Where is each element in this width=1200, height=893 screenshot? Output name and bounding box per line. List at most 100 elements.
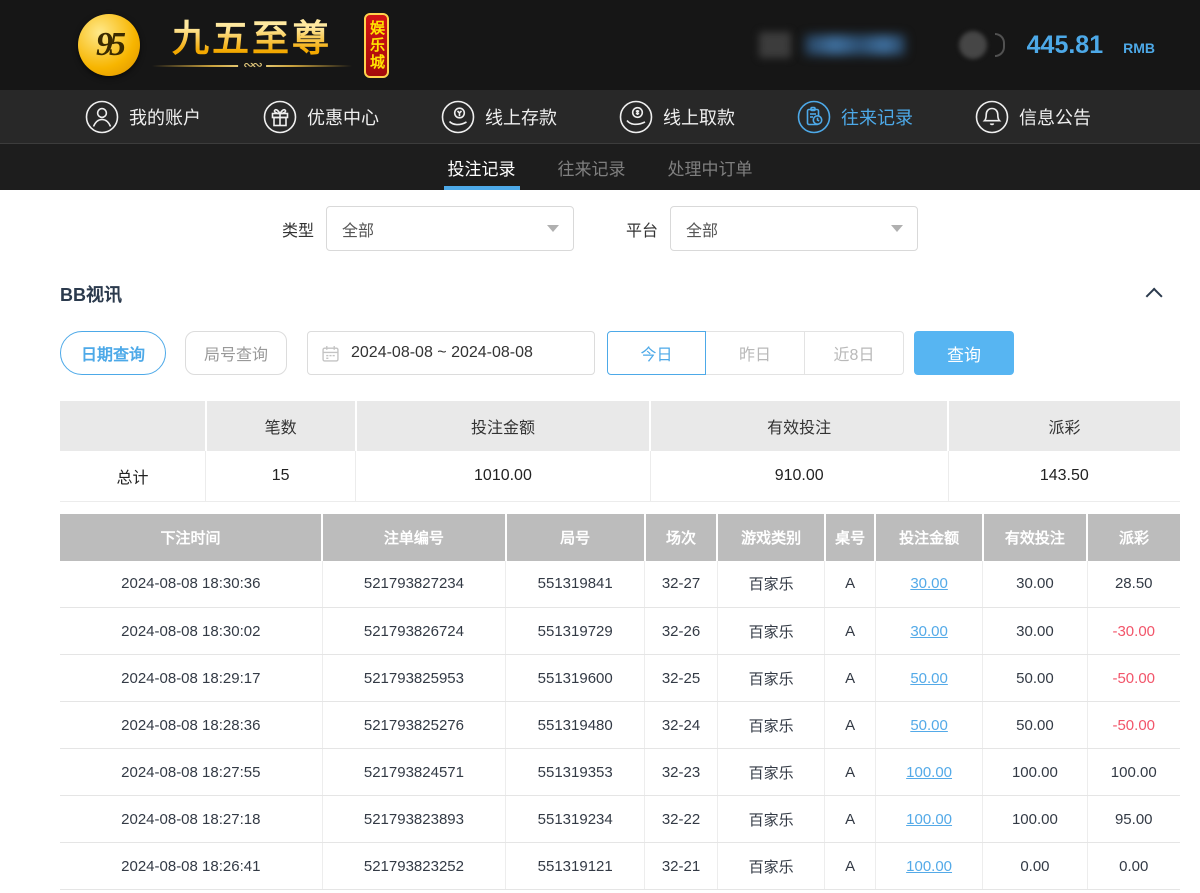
section-title: BB视讯 bbox=[60, 281, 122, 307]
cell-session: 32-27 bbox=[645, 561, 718, 608]
nav-item-announcements[interactable]: 信息公告 bbox=[975, 100, 1091, 134]
cell-table-id: A bbox=[825, 843, 875, 890]
nav-item-transaction-records[interactable]: 往来记录 bbox=[797, 100, 913, 134]
cell-valid-bet: 30.00 bbox=[983, 608, 1087, 655]
cell-game-type: 百家乐 bbox=[717, 561, 825, 608]
nav-label: 优惠中心 bbox=[307, 104, 379, 130]
today-button[interactable]: 今日 bbox=[607, 331, 706, 375]
records-icon bbox=[797, 100, 831, 134]
bet-records-table: 下注时间 注单编号 局号 场次 游戏类别 桌号 投注金额 有效投注 派彩 202… bbox=[60, 514, 1180, 891]
nav-label: 线上取款 bbox=[663, 104, 735, 130]
site-logo[interactable]: 95 九五至尊 ∾∾ 娱乐城 bbox=[78, 13, 389, 78]
logo-95-icon: 95 bbox=[78, 14, 140, 76]
cell-game-type: 百家乐 bbox=[717, 796, 825, 843]
cell-bet-amount: 30.00 bbox=[875, 561, 983, 608]
section-header: BB视讯 bbox=[60, 281, 1172, 307]
cell-order-id: 521793823893 bbox=[322, 796, 506, 843]
sub-nav: 投注记录 往来记录 处理中订单 bbox=[0, 143, 1200, 190]
cell-bet-time: 2024-08-08 18:29:17 bbox=[60, 655, 322, 702]
cell-payout: -50.00 bbox=[1087, 702, 1180, 749]
summary-table: 笔数 投注金额 有效投注 派彩 总计 15 1010.00 910.00 143… bbox=[60, 401, 1180, 502]
cell-payout: 95.00 bbox=[1087, 796, 1180, 843]
bet-amount-link[interactable]: 100.00 bbox=[906, 811, 952, 828]
search-button[interactable]: 查询 bbox=[914, 331, 1014, 375]
quick-range-group: 今日 昨日 近8日 bbox=[607, 331, 904, 375]
date-query-button[interactable]: 日期查询 bbox=[60, 331, 166, 375]
cell-round-id: 551319841 bbox=[506, 561, 645, 608]
cell-bet-amount: 50.00 bbox=[875, 655, 983, 702]
logo-badge: 娱乐城 bbox=[364, 13, 389, 78]
tab-pending-orders[interactable]: 处理中订单 bbox=[666, 144, 755, 190]
last-8-days-button[interactable]: 近8日 bbox=[805, 331, 904, 375]
cell-valid-bet: 100.00 bbox=[983, 796, 1087, 843]
bet-amount-link[interactable]: 50.00 bbox=[910, 670, 948, 687]
nav-item-deposit[interactable]: 线上存款 bbox=[441, 100, 557, 134]
col-header-round-id: 局号 bbox=[506, 514, 645, 561]
cell-valid-bet: 50.00 bbox=[983, 702, 1087, 749]
bet-amount-link[interactable]: 30.00 bbox=[910, 623, 948, 640]
round-query-button[interactable]: 局号查询 bbox=[185, 331, 287, 375]
col-header-table-id: 桌号 bbox=[825, 514, 875, 561]
cell-session: 32-25 bbox=[645, 655, 718, 702]
main-nav: 我的账户 优惠中心 线上存款 线上取款 往来记录 bbox=[0, 90, 1200, 143]
cell-session: 32-23 bbox=[645, 749, 718, 796]
cell-table-id: A bbox=[825, 655, 875, 702]
tab-label: 投注记录 bbox=[448, 155, 516, 180]
balance-currency: RMB bbox=[1123, 34, 1155, 56]
summary-header-bet-amount: 投注金额 bbox=[356, 401, 651, 451]
tab-transaction-records[interactable]: 往来记录 bbox=[556, 144, 628, 190]
summary-total-row: 总计 15 1010.00 910.00 143.50 bbox=[60, 451, 1180, 501]
cell-order-id: 521793824571 bbox=[322, 749, 506, 796]
cell-payout: 100.00 bbox=[1087, 749, 1180, 796]
platform-filter-group: 平台 全部 bbox=[626, 206, 918, 251]
bet-amount-link[interactable]: 30.00 bbox=[910, 575, 948, 592]
cell-bet-time: 2024-08-08 18:30:36 bbox=[60, 561, 322, 608]
user-avatar-blurred[interactable] bbox=[759, 32, 791, 58]
col-header-game-type: 游戏类别 bbox=[717, 514, 825, 561]
platform-select[interactable]: 全部 bbox=[670, 206, 918, 251]
table-row: 2024-08-08 18:26:41 521793823252 5513191… bbox=[60, 843, 1180, 890]
bet-amount-link[interactable]: 100.00 bbox=[906, 858, 952, 875]
logo-text-block: 九五至尊 ∾∾ bbox=[152, 19, 352, 72]
summary-total-valid-bet: 910.00 bbox=[650, 451, 948, 501]
cell-valid-bet: 0.00 bbox=[983, 843, 1087, 890]
cell-game-type: 百家乐 bbox=[717, 749, 825, 796]
user-icon bbox=[85, 100, 119, 134]
cell-payout: -50.00 bbox=[1087, 655, 1180, 702]
collapse-chevron-up-icon[interactable] bbox=[1146, 288, 1163, 305]
cell-session: 32-26 bbox=[645, 608, 718, 655]
cell-game-type: 百家乐 bbox=[717, 843, 825, 890]
top-header: 95 九五至尊 ∾∾ 娱乐城 445.81 RMB bbox=[0, 0, 1200, 90]
logo-flourish-decoration: ∾∾ bbox=[152, 61, 352, 71]
nav-item-withdraw[interactable]: 线上取款 bbox=[619, 100, 735, 134]
nav-item-promotions[interactable]: 优惠中心 bbox=[263, 100, 379, 134]
tab-betting-records[interactable]: 投注记录 bbox=[446, 144, 518, 190]
nav-item-my-account[interactable]: 我的账户 bbox=[85, 100, 201, 134]
yesterday-button[interactable]: 昨日 bbox=[706, 331, 805, 375]
cell-valid-bet: 50.00 bbox=[983, 655, 1087, 702]
cell-bet-amount: 50.00 bbox=[875, 702, 983, 749]
type-select-value: 全部 bbox=[342, 217, 374, 241]
cell-bet-time: 2024-08-08 18:28:36 bbox=[60, 702, 322, 749]
logo-title: 九五至尊 bbox=[172, 19, 332, 60]
type-select[interactable]: 全部 bbox=[326, 206, 574, 251]
table-header-row: 下注时间 注单编号 局号 场次 游戏类别 桌号 投注金额 有效投注 派彩 bbox=[60, 514, 1180, 561]
col-header-valid-bet: 有效投注 bbox=[983, 514, 1087, 561]
tab-label: 处理中订单 bbox=[668, 155, 753, 180]
summary-header-valid-bet: 有效投注 bbox=[650, 401, 948, 451]
cell-session: 32-24 bbox=[645, 702, 718, 749]
calendar-icon bbox=[322, 345, 339, 362]
summary-header-row: 笔数 投注金额 有效投注 派彩 bbox=[60, 401, 1180, 451]
wallet-icon-blurred bbox=[959, 31, 987, 59]
cell-game-type: 百家乐 bbox=[717, 608, 825, 655]
date-range-input[interactable]: 2024-08-08 ~ 2024-08-08 bbox=[307, 331, 595, 375]
username-blurred[interactable] bbox=[805, 35, 905, 55]
cell-round-id: 551319353 bbox=[506, 749, 645, 796]
balance-amount: 445.81 bbox=[1027, 31, 1103, 60]
bet-amount-link[interactable]: 100.00 bbox=[906, 764, 952, 781]
chevron-down-icon bbox=[547, 225, 559, 232]
cell-table-id: A bbox=[825, 749, 875, 796]
bet-amount-link[interactable]: 50.00 bbox=[910, 717, 948, 734]
bell-icon bbox=[975, 100, 1009, 134]
cell-round-id: 551319234 bbox=[506, 796, 645, 843]
